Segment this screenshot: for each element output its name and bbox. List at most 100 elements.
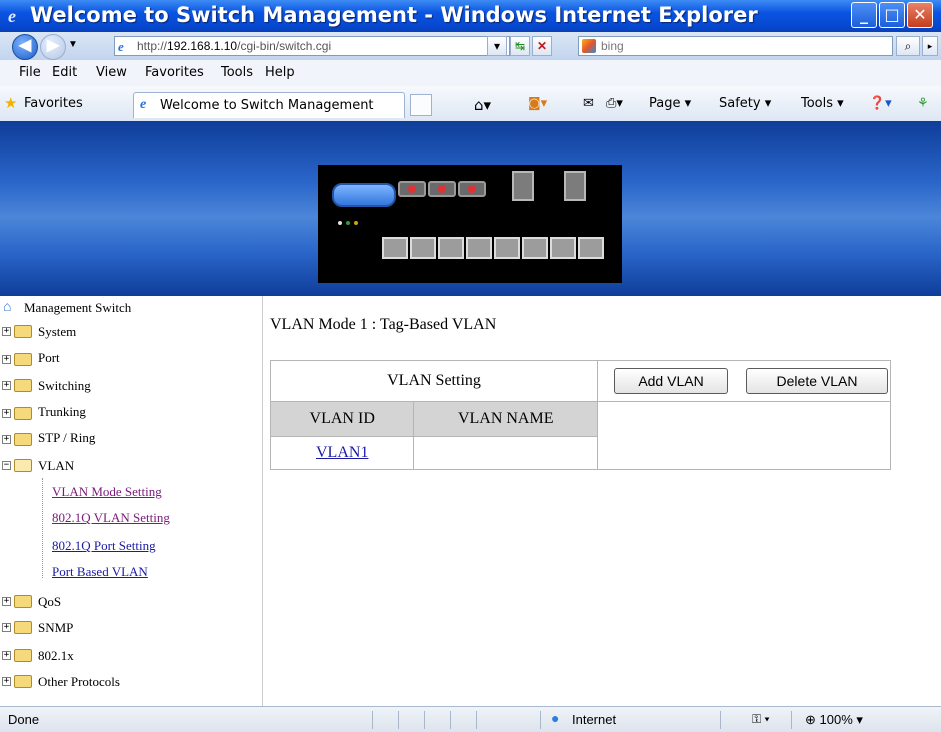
tree-link-8021q-port-setting[interactable]: 802.1Q Port Setting [52,538,156,560]
divider [720,711,721,729]
bing-icon [582,39,596,53]
vlan-name-cell [413,436,598,470]
back-button[interactable]: ◀ [12,34,38,60]
tree-item-system[interactable]: + System [0,322,262,344]
forward-button[interactable]: ▶ [40,34,66,60]
expand-icon[interactable]: + [2,409,11,418]
vlan-table: VLAN Setting Add VLAN Delete VLAN VLAN I… [269,360,891,470]
open-folder-icon [14,459,32,472]
expand-icon[interactable]: + [2,651,11,660]
tree-item-switching[interactable]: + Switching [0,376,262,398]
tree-item-qos[interactable]: + QoS [0,592,262,614]
ethernet-port-icon [410,237,436,259]
menu-file[interactable]: File [19,65,41,80]
expand-icon[interactable]: + [2,327,11,336]
tools-menu[interactable]: Tools ▾ [801,96,844,111]
collapse-icon[interactable]: − [2,461,11,470]
favorites-button[interactable]: Favorites [24,96,83,111]
title-bar: e Welcome to Switch Management - Windows… [0,0,941,32]
compatibility-icon[interactable]: ↹ [510,36,530,56]
divider [540,711,541,729]
help-icon[interactable]: ❓▾ [869,96,892,111]
search-options-icon[interactable]: ▸ [922,36,938,56]
fiber-port-icon [428,181,456,197]
maximize-button[interactable]: □ [879,2,905,28]
tree-item-snmp[interactable]: + SNMP [0,618,262,640]
divider [791,711,792,729]
folder-icon [14,649,32,662]
protected-mode-icon[interactable]: ⚿ ▾ [752,712,770,727]
folder-icon [14,595,32,608]
tree-item-port[interactable]: + Port [0,350,262,372]
tree-item-trunking[interactable]: + Trunking [0,404,262,426]
vlan-mode-heading: VLAN Mode 1 : Tag-Based VLAN [270,316,497,333]
column-header-vlan-id: VLAN ID [269,401,415,437]
folder-icon [14,433,32,446]
tree-item-8021x[interactable]: + 802.1x [0,646,262,668]
folder-icon [14,379,32,392]
folder-icon [14,353,32,366]
menu-tools[interactable]: Tools [221,65,253,80]
new-tab-button[interactable] [410,94,432,116]
delete-vlan-button[interactable]: Delete VLAN [746,368,888,394]
add-vlan-cell: Add VLAN [597,360,744,402]
divider [372,711,373,729]
tree-root[interactable]: ⌂ Management Switch [0,298,262,320]
expand-icon[interactable]: + [2,677,11,686]
expand-icon[interactable]: + [2,381,11,390]
menu-help[interactable]: Help [265,65,295,80]
ethernet-port-icon [522,237,548,259]
network-icon: ⌂ [3,300,12,315]
research-icon[interactable]: ⚘ [917,96,929,111]
sfp-port-icon [564,171,586,201]
search-input[interactable]: bing [578,36,893,56]
divider [450,711,451,729]
ethernet-port-icon [466,237,492,259]
vlan-setting-label: VLAN Setting [270,360,598,402]
browser-tab[interactable]: e Welcome to Switch Management [133,92,405,118]
add-vlan-button[interactable]: Add VLAN [614,368,728,394]
menu-edit[interactable]: Edit [52,65,77,80]
search-icon[interactable]: ⌕ [896,36,920,56]
menu-favorites[interactable]: Favorites [145,65,204,80]
expand-icon[interactable]: + [2,435,11,444]
recent-pages-dropdown-icon[interactable]: ▼ [68,39,78,50]
tree-item-vlan[interactable]: − VLAN [0,456,262,478]
switch-banner [0,121,941,296]
switch-front-panel-image [318,165,622,283]
stop-icon[interactable]: ✕ [532,36,552,56]
tab-title: Welcome to Switch Management [160,98,374,113]
tree-item-other-protocols[interactable]: + Other Protocols [0,672,262,694]
zoom-control[interactable]: ⊕ 100% ▾ [805,712,863,728]
tree-connector [42,478,44,578]
feeds-icon[interactable]: ◙▾ [528,96,547,111]
ethernet-port-icon [550,237,576,259]
address-input[interactable]: e http://192.168.1.10/cgi-bin/switch.cgi [114,36,510,56]
read-mail-icon[interactable]: ✉ [583,96,594,111]
address-dropdown-icon[interactable]: ▾ [487,36,507,56]
ethernet-port-icon [578,237,604,259]
expand-icon[interactable]: + [2,597,11,606]
status-led-icon [346,221,350,225]
tree-link-8021q-vlan-setting[interactable]: 802.1Q VLAN Setting [52,510,170,532]
ie-logo-icon: e [8,6,16,26]
ethernet-port-icon [494,237,520,259]
print-icon[interactable]: ⎙▾ [606,96,623,111]
page-menu[interactable]: Page ▾ [649,96,691,111]
menu-view[interactable]: View [96,65,127,80]
divider [398,711,399,729]
tree-link-vlan-mode-setting[interactable]: VLAN Mode Setting [52,484,162,506]
expand-icon[interactable]: + [2,623,11,632]
tree-root-label: Management Switch [24,300,132,315]
tree-item-stp-ring[interactable]: + STP / Ring [0,430,262,452]
minimize-button[interactable]: _ [851,2,877,28]
tree-link-port-based-vlan[interactable]: Port Based VLAN [52,564,148,586]
address-row: ◀ ▶ ▼ e http://192.168.1.10/cgi-bin/swit… [0,32,941,61]
page-icon: e [118,39,124,54]
close-button[interactable]: ✕ [907,2,933,28]
safety-menu[interactable]: Safety ▾ [719,96,771,111]
expand-icon[interactable]: + [2,355,11,364]
security-zone: Internet [572,712,617,727]
vlan-id-link[interactable]: VLAN1 [316,444,368,461]
home-icon[interactable]: ⌂▾ [474,96,491,114]
